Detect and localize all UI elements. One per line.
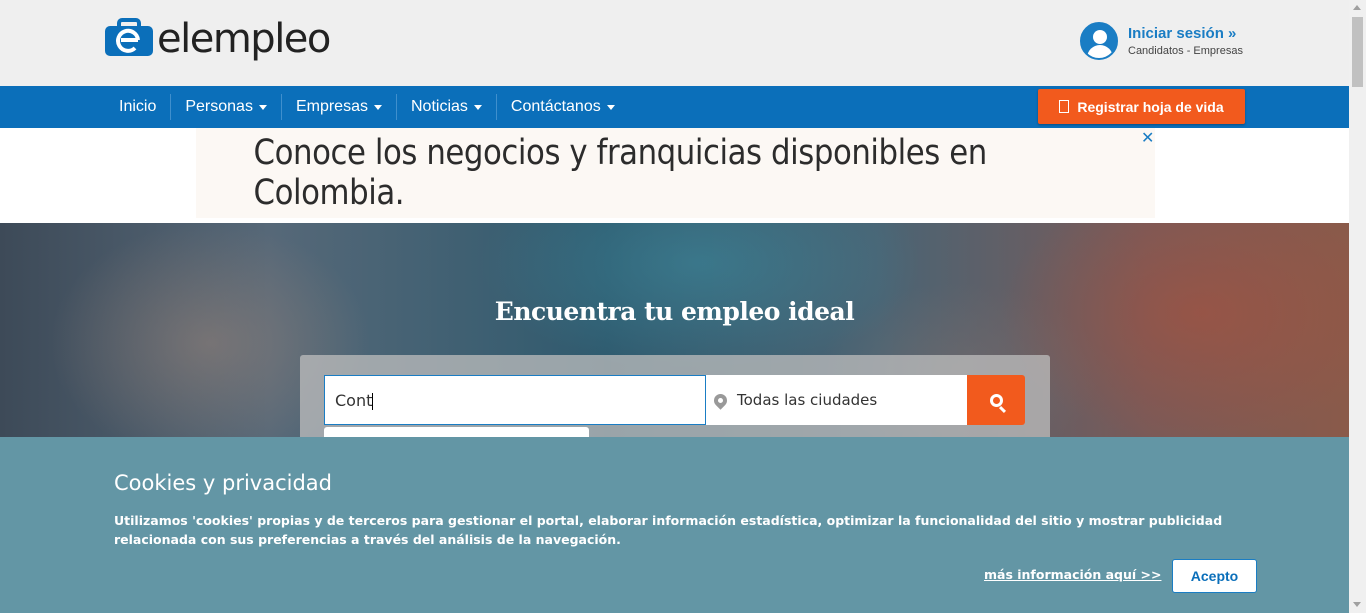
more-info-link[interactable]: más información aquí >> — [984, 567, 1161, 582]
nav-item-empresas[interactable]: Empresas — [282, 94, 397, 120]
cookie-title: Cookies y privacidad — [114, 471, 332, 495]
ad-text: Conoce los negocios y franquicias dispon… — [253, 133, 988, 213]
city-select[interactable]: Todas las ciudades — [706, 375, 968, 425]
scroll-down-arrow-icon[interactable] — [1353, 602, 1361, 607]
chevron-down-icon — [473, 104, 482, 110]
site-logo[interactable]: elempleo — [105, 16, 331, 62]
nav-item-contactanos[interactable]: Contáctanos — [497, 94, 629, 120]
nav-label: Personas — [185, 98, 253, 115]
logo-icon — [105, 18, 153, 60]
register-cv-button[interactable]: Registrar hoja de vida — [1038, 89, 1245, 124]
chevron-down-icon — [606, 104, 615, 110]
search-icon — [989, 393, 1003, 407]
logo-text: elempleo — [157, 16, 331, 62]
nav-label: Empresas — [295, 98, 368, 115]
close-icon[interactable]: ✕ — [1141, 128, 1154, 148]
login-subtitle: Candidatos - Empresas — [1128, 45, 1243, 57]
document-icon — [1059, 100, 1070, 113]
cookie-text: Utilizamos 'cookies' propias y de tercer… — [114, 513, 1223, 547]
nav-label: Noticias — [410, 98, 468, 115]
nav-item-inicio[interactable]: Inicio — [105, 94, 172, 120]
search-input-value: Cont — [335, 391, 373, 410]
user-avatar-icon[interactable] — [1080, 22, 1118, 60]
nav-label: Contáctanos — [510, 98, 601, 115]
scrollbar-thumb[interactable] — [1352, 17, 1363, 87]
chevron-down-icon — [258, 104, 267, 110]
vertical-scrollbar[interactable] — [1349, 0, 1366, 613]
login-link[interactable]: Iniciar sesión » — [1128, 25, 1243, 42]
chevron-down-icon — [373, 104, 382, 110]
ad-banner[interactable]: Conoce los negocios y franquicias dispon… — [196, 128, 1155, 218]
city-select-value: Todas las ciudades — [737, 391, 878, 409]
hero-title: Encuentra tu empleo ideal — [494, 297, 855, 326]
search-button[interactable] — [967, 375, 1025, 425]
nav-item-personas[interactable]: Personas — [171, 94, 282, 120]
accept-cookies-button[interactable]: Acepto — [1172, 559, 1257, 593]
text-cursor — [372, 393, 374, 410]
scroll-up-arrow-icon[interactable] — [1353, 5, 1361, 10]
job-search-input[interactable]: Cont — [324, 375, 706, 425]
nav-item-noticias[interactable]: Noticias — [397, 94, 497, 120]
location-pin-icon — [711, 390, 730, 410]
register-cv-label: Registrar hoja de vida — [1077, 98, 1224, 115]
nav-label: Inicio — [119, 98, 157, 115]
login-area[interactable]: Iniciar sesión » Candidatos - Empresas — [1080, 22, 1243, 60]
